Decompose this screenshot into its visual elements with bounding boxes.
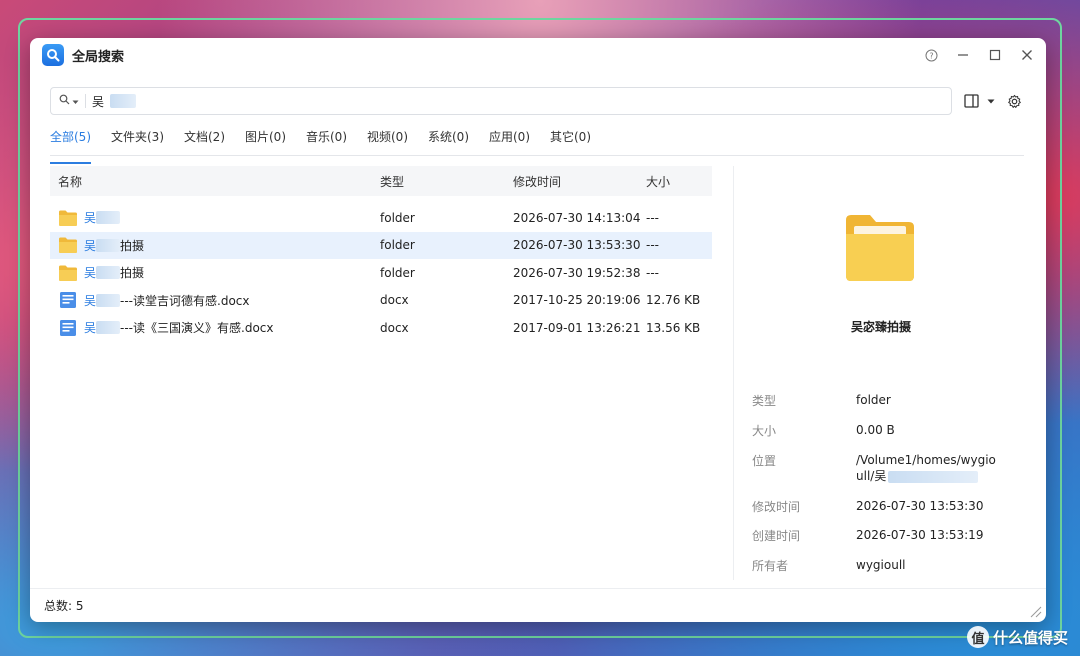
folder-icon — [59, 210, 77, 226]
panel-layout-icon[interactable] — [964, 94, 979, 108]
resize-grip-icon[interactable] — [1028, 604, 1042, 618]
window-title: 全局搜索 — [72, 49, 125, 65]
redacted-text — [888, 470, 979, 483]
column-header-name[interactable]: 名称 — [50, 173, 380, 190]
tab-music[interactable]: 音乐(0) — [306, 126, 347, 155]
table-row[interactable]: 吴 ---读《三国演义》有感.docx docx 2017-09-01 13:2… — [50, 314, 712, 342]
tab-all[interactable]: 全部(5) — [50, 126, 91, 164]
watermark-logo-icon: 值 — [966, 626, 989, 648]
detail-prop-owner: 所有者 wygioull — [752, 558, 906, 573]
redacted-text — [96, 211, 121, 225]
detail-prop-type: 类型 folder — [752, 393, 891, 408]
file-type: docx — [380, 320, 409, 335]
watermark-text: 什么值得买 — [992, 628, 1068, 647]
search-scope-dropdown[interactable] — [59, 94, 86, 108]
file-modified: 2026-07-30 19:52:38 — [513, 265, 641, 280]
document-icon — [60, 319, 76, 336]
help-icon[interactable]: ? — [924, 48, 938, 62]
file-size: --- — [646, 265, 659, 280]
file-name-prefix: 吴 — [84, 293, 97, 308]
redacted-text — [96, 238, 121, 252]
file-name-prefix: 吴 — [84, 266, 97, 281]
status-bar: 总数: 5 — [30, 588, 1046, 622]
redacted-text — [96, 266, 121, 280]
search-icon — [59, 94, 70, 108]
search-magnifier-icon — [42, 44, 64, 66]
tab-apps[interactable]: 应用(0) — [489, 126, 530, 155]
global-search-window: 全局搜索 ? 吴 全部(5) 文件夹(3) 文档(2) 图片(0) 音乐(0) … — [30, 38, 1046, 622]
maximize-icon[interactable] — [988, 48, 1002, 62]
table-row[interactable]: 吴 拍摄 folder 2026-07-30 19:52:38 --- — [50, 259, 712, 287]
gear-icon[interactable] — [1007, 94, 1022, 109]
file-size: 12.76 KB — [646, 293, 701, 308]
folder-icon — [59, 237, 77, 254]
file-name-suffix: 拍摄 — [120, 266, 145, 281]
folder-icon — [846, 215, 914, 281]
folder-icon — [59, 265, 77, 281]
column-header-size[interactable]: 大小 — [646, 173, 712, 190]
detail-prop-created: 创建时间 2026-07-30 13:53:19 — [752, 528, 984, 543]
chevron-down-icon — [72, 94, 79, 108]
file-modified: 2026-07-30 14:13:04 — [513, 210, 641, 225]
table-row[interactable]: 吴 ---读堂吉诃德有感.docx docx 2017-10-25 20:19:… — [50, 287, 712, 315]
tab-other[interactable]: 其它(0) — [550, 126, 591, 155]
file-size: --- — [646, 210, 659, 225]
file-modified: 2017-10-25 20:19:06 — [513, 293, 641, 308]
file-size: 13.56 KB — [646, 320, 701, 335]
file-modified: 2026-07-30 13:53:30 — [513, 238, 641, 253]
detail-prop-modified: 修改时间 2026-07-30 13:53:30 — [752, 499, 984, 514]
column-header-type[interactable]: 类型 — [380, 173, 513, 190]
close-icon[interactable] — [1020, 48, 1034, 62]
results-table: 名称 类型 修改时间 大小 吴 folder 2026-07-30 14:13:… — [50, 166, 712, 342]
title-bar: 全局搜索 ? — [30, 38, 1046, 72]
tab-folders[interactable]: 文件夹(3) — [111, 126, 164, 155]
tab-videos[interactable]: 视频(0) — [367, 126, 408, 155]
watermark: 值 什么值得买 — [966, 626, 1068, 648]
file-type: folder — [380, 210, 415, 225]
file-name-suffix: ---读堂吉诃德有感.docx — [120, 293, 250, 308]
panel-divider — [733, 166, 734, 580]
search-row — [50, 87, 1026, 115]
table-row-selected[interactable]: 吴 拍摄 folder 2026-07-30 13:53:30 --- — [50, 231, 712, 259]
redacted-text — [96, 293, 121, 307]
file-name-suffix: ---读《三国演义》有感.docx — [120, 321, 274, 336]
detail-prop-size: 大小 0.00 B — [752, 423, 895, 438]
file-name-prefix: 吴 — [84, 238, 97, 253]
file-name-prefix: 吴 — [84, 211, 97, 226]
file-name-prefix: 吴 — [84, 321, 97, 336]
tab-images[interactable]: 图片(0) — [245, 126, 286, 155]
file-size: --- — [646, 238, 659, 253]
document-icon — [60, 292, 76, 309]
redacted-text — [110, 94, 136, 108]
table-header: 名称 类型 修改时间 大小 — [50, 166, 712, 196]
detail-prop-location: 位置 /Volume1/homes/wygioull/吴 — [752, 453, 996, 483]
column-header-modified[interactable]: 修改时间 — [513, 173, 646, 190]
file-modified: 2017-09-01 13:26:21 — [513, 320, 641, 335]
search-box[interactable] — [50, 87, 952, 115]
file-type: folder — [380, 265, 415, 280]
table-row[interactable]: 吴 folder 2026-07-30 14:13:04 --- — [50, 204, 712, 232]
layout-dropdown-chevron-icon[interactable] — [987, 99, 995, 104]
category-tabs: 全部(5) 文件夹(3) 文档(2) 图片(0) 音乐(0) 视频(0) 系统(… — [50, 126, 1024, 164]
file-name-suffix: 拍摄 — [120, 238, 145, 253]
file-type: folder — [380, 238, 415, 253]
detail-item-name: 吴宓臻拍摄 — [850, 320, 911, 334]
tab-system[interactable]: 系统(0) — [428, 126, 469, 155]
total-count: 总数: 5 — [44, 599, 84, 613]
file-type: docx — [380, 293, 409, 308]
svg-text:?: ? — [929, 51, 933, 60]
redacted-text — [96, 321, 121, 335]
tab-documents[interactable]: 文档(2) — [184, 126, 225, 155]
minimize-icon[interactable] — [956, 48, 970, 62]
